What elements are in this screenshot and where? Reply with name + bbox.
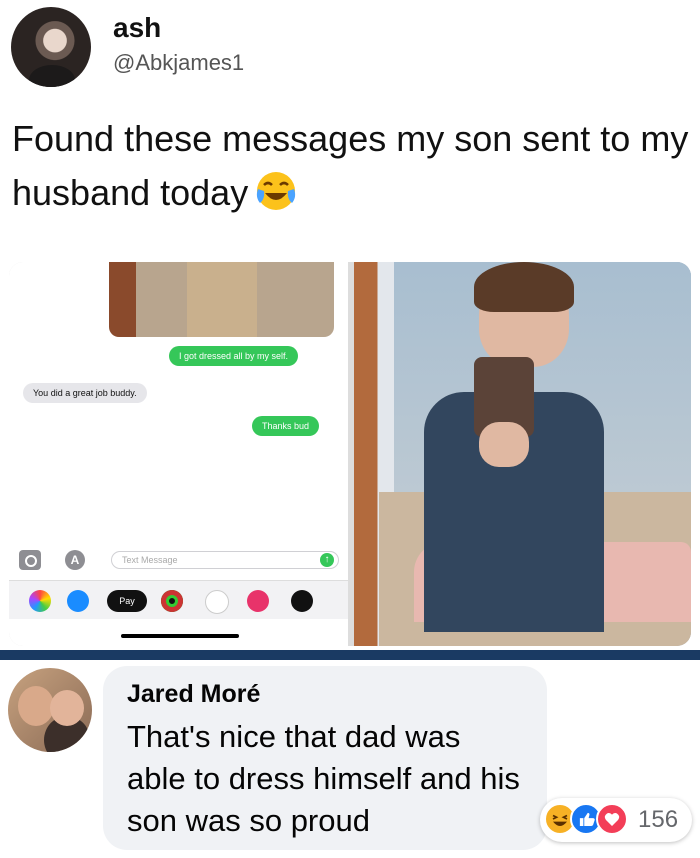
message-input-bar: A Text Message ↑	[19, 550, 341, 572]
animoji-icon	[205, 590, 229, 614]
apple-pay-icon: Pay	[107, 590, 147, 612]
app-store-icon	[67, 590, 89, 612]
message-bubble-received: You did a great job buddy.	[23, 383, 147, 403]
home-indicator	[121, 634, 239, 638]
camera-icon	[19, 550, 41, 570]
hand	[479, 422, 529, 467]
send-arrow-icon: ↑	[320, 553, 334, 567]
tweet-body: Found these messages my son sent to my h…	[12, 118, 689, 213]
avatar[interactable]	[11, 7, 91, 87]
comment-author[interactable]: Jared Moré	[127, 680, 260, 709]
activity-icon	[161, 590, 183, 612]
love-reaction-icon	[596, 803, 628, 835]
avatar[interactable]	[8, 668, 92, 752]
post-divider	[0, 650, 700, 660]
tweet-card: ash @Abkjames1 Found these messages my s…	[0, 0, 700, 652]
imessage-screenshot[interactable]: I got dressed all by my self. You did a …	[9, 262, 348, 646]
message-input: Text Message ↑	[111, 551, 339, 569]
mirror-selfie-photo[interactable]	[354, 262, 691, 646]
reaction-summary[interactable]: 156	[540, 798, 692, 842]
message-bubble-sent: I got dressed all by my self.	[169, 346, 299, 366]
comment-text: That's nice that dad was able to dress h…	[127, 719, 520, 838]
message-bubble-sent: Thanks bud	[252, 416, 320, 436]
author-name[interactable]: ash	[113, 12, 161, 44]
author-handle[interactable]: @Abkjames1	[113, 50, 244, 76]
search-images-icon	[247, 590, 269, 612]
tweet-media[interactable]: I got dressed all by my self. You did a …	[9, 262, 691, 646]
sent-photo	[109, 262, 334, 337]
reaction-count: 156	[638, 806, 679, 833]
comment-section: Jared Moré That's nice that dad was able…	[0, 660, 700, 858]
imessage-app-drawer: Pay	[9, 580, 348, 619]
face-with-tears-of-joy-icon	[257, 172, 296, 210]
digital-touch-icon	[291, 590, 313, 612]
app-store-icon: A	[65, 550, 85, 570]
tweet-text: Found these messages my son sent to my h…	[12, 112, 692, 220]
boy-hair	[474, 262, 574, 312]
photos-icon	[29, 590, 51, 612]
message-input-placeholder: Text Message	[122, 555, 178, 565]
